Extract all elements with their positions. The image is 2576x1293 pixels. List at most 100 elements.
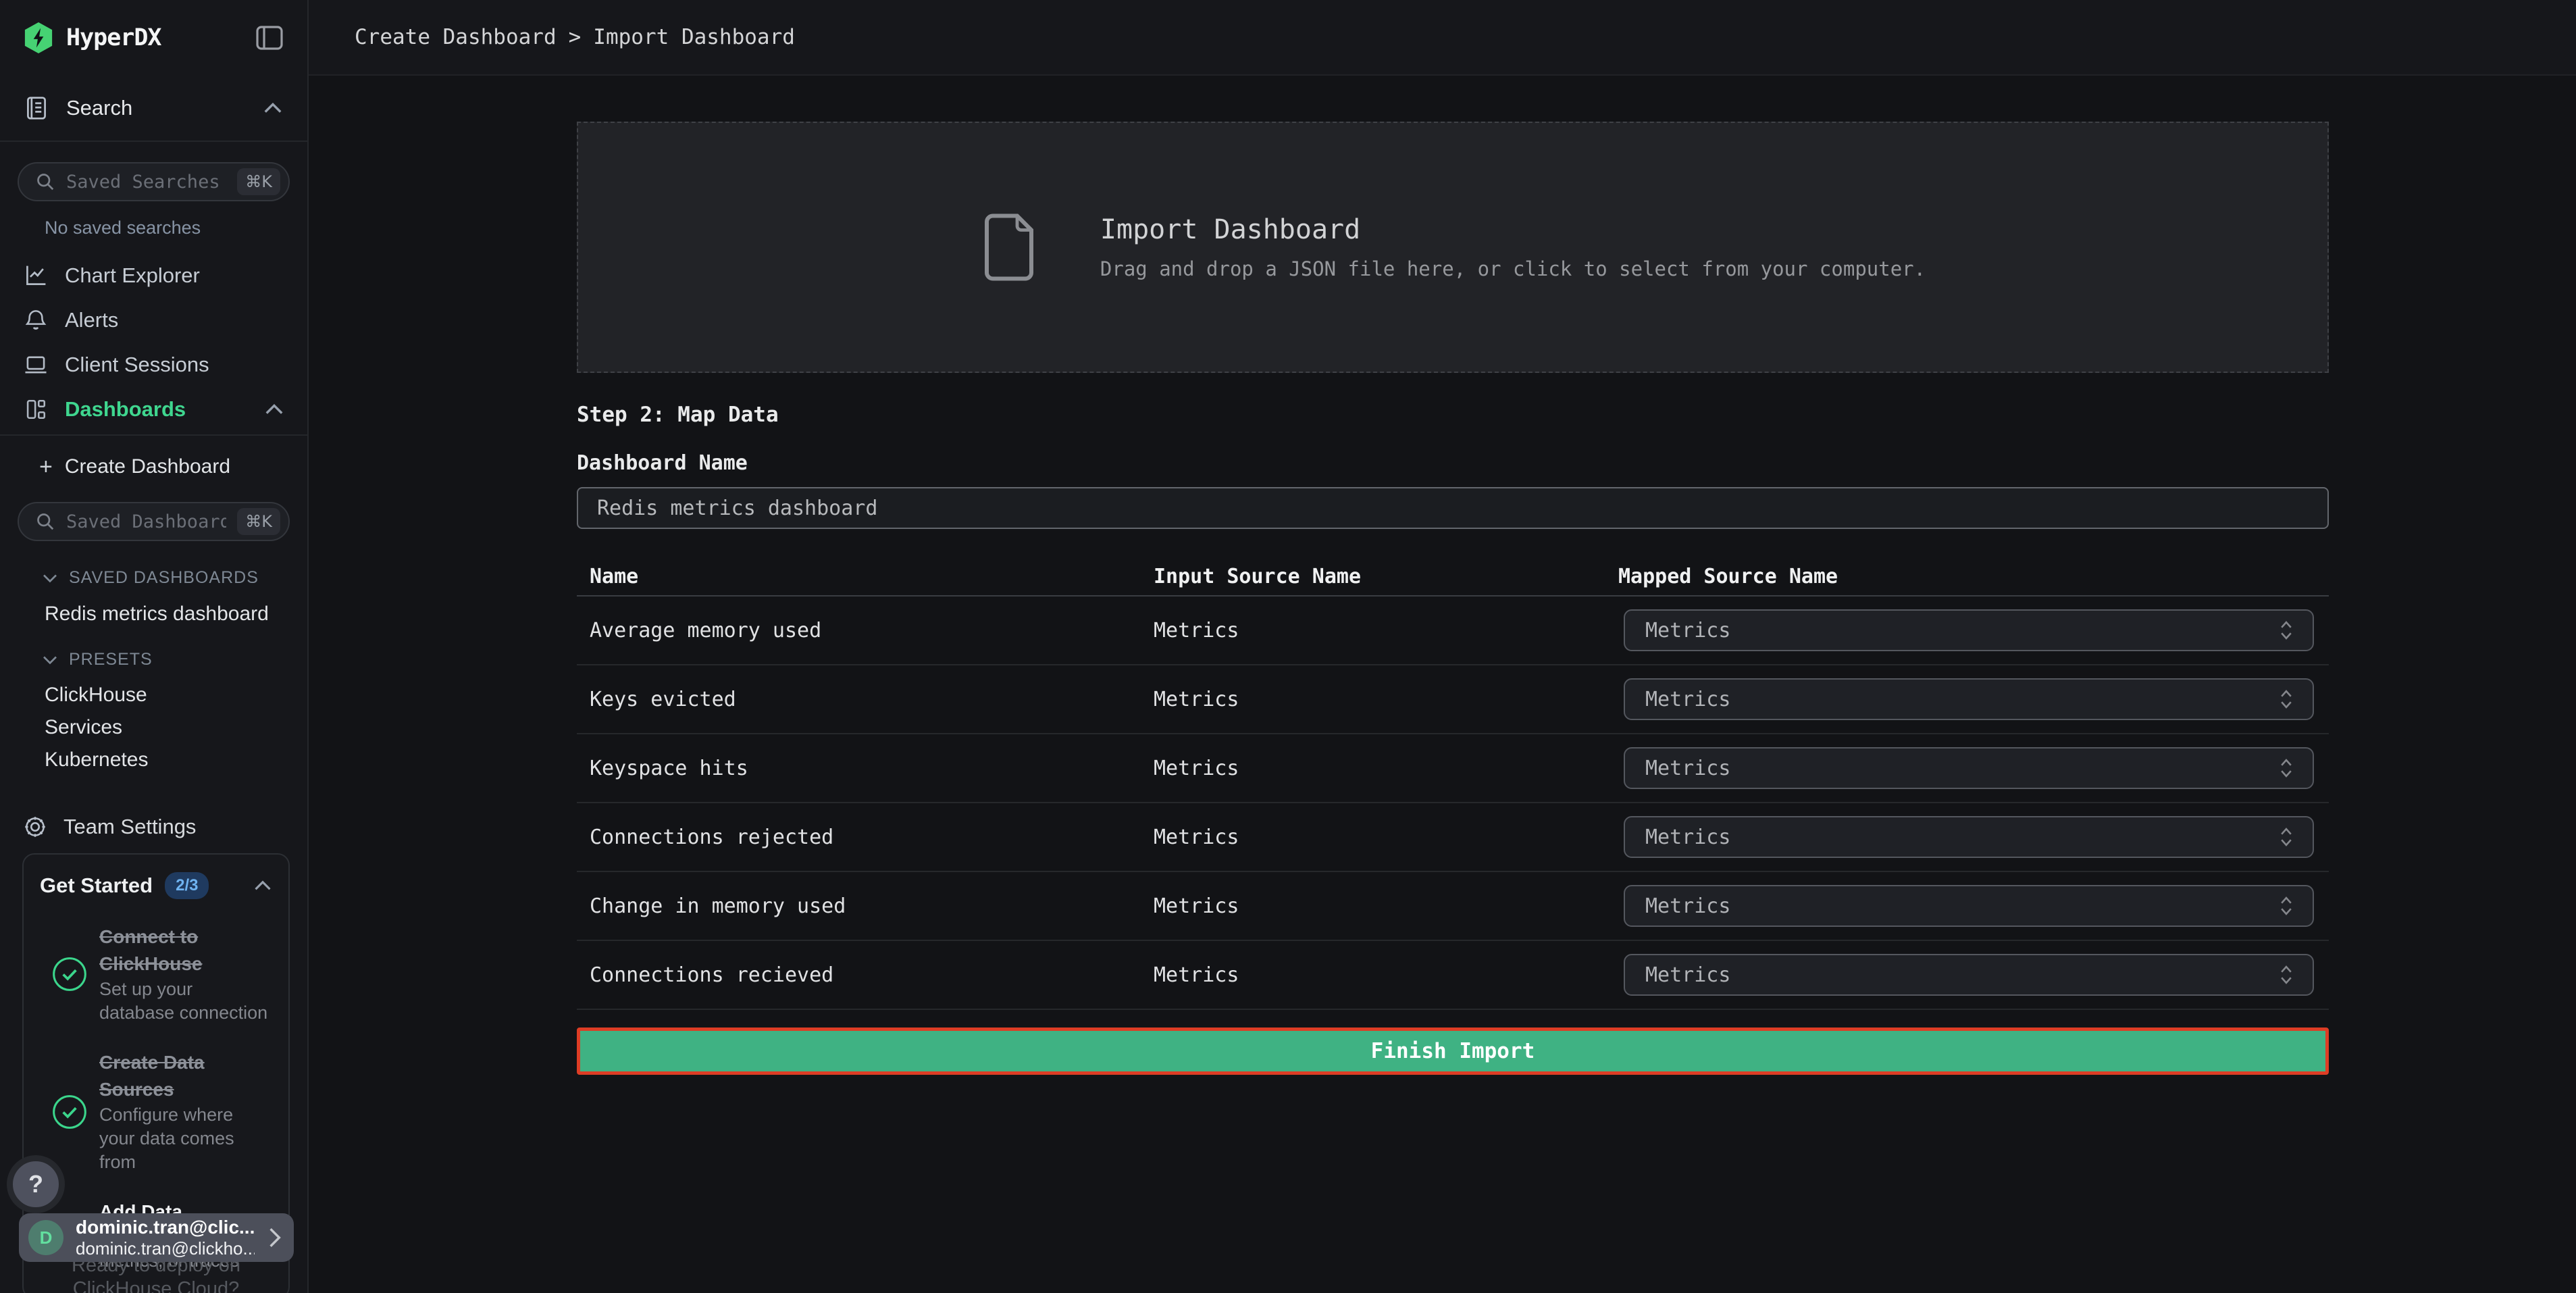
preset-item-services[interactable]: Services [0,711,307,744]
topbar: Create Dashboard > Import Dashboard [309,0,2576,76]
gear-icon [23,815,47,839]
sidebar-section-search[interactable]: Search [0,76,307,142]
row-name: Keyspace hits [577,757,1154,780]
saved-dashboards-section-header[interactable]: SAVED DASHBOARDS [0,568,307,588]
mapped-source-select[interactable]: Metrics [1624,609,2314,651]
row-name: Connections recieved [577,963,1154,987]
sidebar-collapse-icon[interactable] [255,24,284,51]
chart-line-icon [23,263,49,288]
mapped-source-select[interactable]: Metrics [1624,816,2314,858]
team-settings-button[interactable]: Team Settings [0,807,307,846]
table-row: Keyspace hits Metrics Metrics [577,734,2329,803]
saved-dashboards-input[interactable]: Saved Dashboards ⌘K [18,502,290,541]
search-icon [35,511,55,532]
help-button[interactable]: ? [7,1155,65,1213]
get-started-header[interactable]: Get Started 2/3 [40,872,272,899]
breadcrumb-create-dashboard[interactable]: Create Dashboard [355,25,557,49]
hyperdx-logo-icon [23,21,54,55]
select-chevrons-icon [2277,894,2295,917]
mapped-source-value: Metrics [1645,826,1730,849]
app-title: HyperDX [66,24,161,51]
json-dropzone[interactable]: Import Dashboard Drag and drop a JSON fi… [577,122,2329,373]
chevron-right-icon [267,1226,283,1249]
chevron-down-icon [42,573,58,584]
mapped-source-value: Metrics [1645,757,1730,780]
dashboard-name-input[interactable] [577,487,2329,529]
create-dashboard-label: Create Dashboard [65,455,230,478]
preset-item-kubernetes[interactable]: Kubernetes [0,744,307,776]
row-name: Keys evicted [577,688,1154,711]
breadcrumb-import-dashboard: Import Dashboard [593,25,795,49]
table-row: Connections rejected Metrics Metrics [577,803,2329,872]
step-title: Step 2: Map Data [577,403,2329,427]
get-started-item-title: Create Data Sources [99,1049,272,1103]
get-started-item-connect[interactable]: Connect to ClickHouse Set up your databa… [40,923,272,1025]
row-input-source: Metrics [1154,757,1618,780]
sidebar-item-alerts[interactable]: Alerts [0,298,307,343]
table-row: Connections recieved Metrics Metrics [577,941,2329,1010]
mapping-table-header: Name Input Source Name Mapped Source Nam… [577,557,2329,597]
check-circle-icon [40,1093,99,1131]
check-circle-icon [40,955,99,993]
user-menu[interactable]: D dominic.tran@clic... dominic.tran@clic… [19,1213,294,1262]
get-started-item-title: Connect to ClickHouse [99,923,272,978]
row-input-source: Metrics [1154,963,1618,987]
mapped-source-value: Metrics [1645,688,1730,711]
mapped-source-select[interactable]: Metrics [1624,678,2314,720]
row-input-source: Metrics [1154,826,1618,849]
sidebar-item-chart-explorer[interactable]: Chart Explorer [0,253,307,298]
sidebar-nav: Chart Explorer Alerts Client Sessions [0,253,307,436]
breadcrumb-separator: > [569,25,582,49]
column-header-name: Name [577,565,1154,588]
presets-section-header[interactable]: PRESETS [0,650,307,669]
chevron-up-icon[interactable] [263,101,283,115]
dashboard-name-label: Dashboard Name [577,451,2329,475]
file-icon [980,213,1038,282]
get-started-item-desc: Configure where your data comes from [99,1103,272,1174]
create-dashboard-button[interactable]: + Create Dashboard [0,449,307,484]
mapped-source-select[interactable]: Metrics [1624,747,2314,789]
shortcut-badge: ⌘K [237,508,280,535]
row-name: Connections rejected [577,826,1154,849]
mapped-source-value: Metrics [1645,894,1730,918]
promo-line-2: ClickHouse Cloud? [22,1277,290,1293]
dashboard-item-redis[interactable]: Redis metrics dashboard [0,603,307,626]
saved-searches-placeholder: Saved Searches [66,172,226,193]
mapping-table-body: Average memory used Metrics Metrics Keys… [577,597,2329,1010]
sidebar-item-client-sessions[interactable]: Client Sessions [0,343,307,387]
main-content: Import Dashboard Drag and drop a JSON fi… [309,77,2576,1293]
table-row: Average memory used Metrics Metrics [577,597,2329,665]
preset-item-clickhouse[interactable]: ClickHouse [0,679,307,711]
search-section-label: Search [66,96,132,120]
shortcut-badge: ⌘K [237,168,280,195]
chevron-up-icon[interactable] [264,403,284,416]
row-name: Average memory used [577,619,1154,642]
get-started-item-sources[interactable]: Create Data Sources Configure where your… [40,1049,272,1174]
chevron-up-icon[interactable] [253,880,272,892]
search-icon [35,172,55,192]
finish-import-button[interactable]: Finish Import [577,1028,2329,1075]
bell-icon [23,308,49,332]
row-input-source: Metrics [1154,894,1618,918]
saved-searches-input[interactable]: Saved Searches ⌘K [18,162,290,201]
app-logo[interactable]: HyperDX [23,21,161,55]
sidebar-item-dashboards[interactable]: Dashboards [0,387,307,432]
sidebar-item-label: Client Sessions [65,353,209,377]
plus-icon: + [39,455,53,478]
chevron-down-icon [42,655,58,665]
mapped-source-value: Metrics [1645,963,1730,987]
row-name: Change in memory used [577,894,1154,918]
column-header-input-source: Input Source Name [1154,565,1618,588]
no-saved-searches-text: No saved searches [0,218,307,238]
logo-row: HyperDX [0,0,307,76]
select-chevrons-icon [2277,688,2295,711]
dashboard-grid-icon [23,397,49,422]
journal-icon [24,95,49,121]
mapped-source-select[interactable]: Metrics [1624,885,2314,927]
table-row: Change in memory used Metrics Metrics [577,872,2329,941]
mapped-source-select[interactable]: Metrics [1624,954,2314,996]
mapped-source-value: Metrics [1645,619,1730,642]
dropzone-subtitle: Drag and drop a JSON file here, or click… [1100,257,1926,280]
sidebar-item-label: Chart Explorer [65,263,200,288]
row-input-source: Metrics [1154,688,1618,711]
